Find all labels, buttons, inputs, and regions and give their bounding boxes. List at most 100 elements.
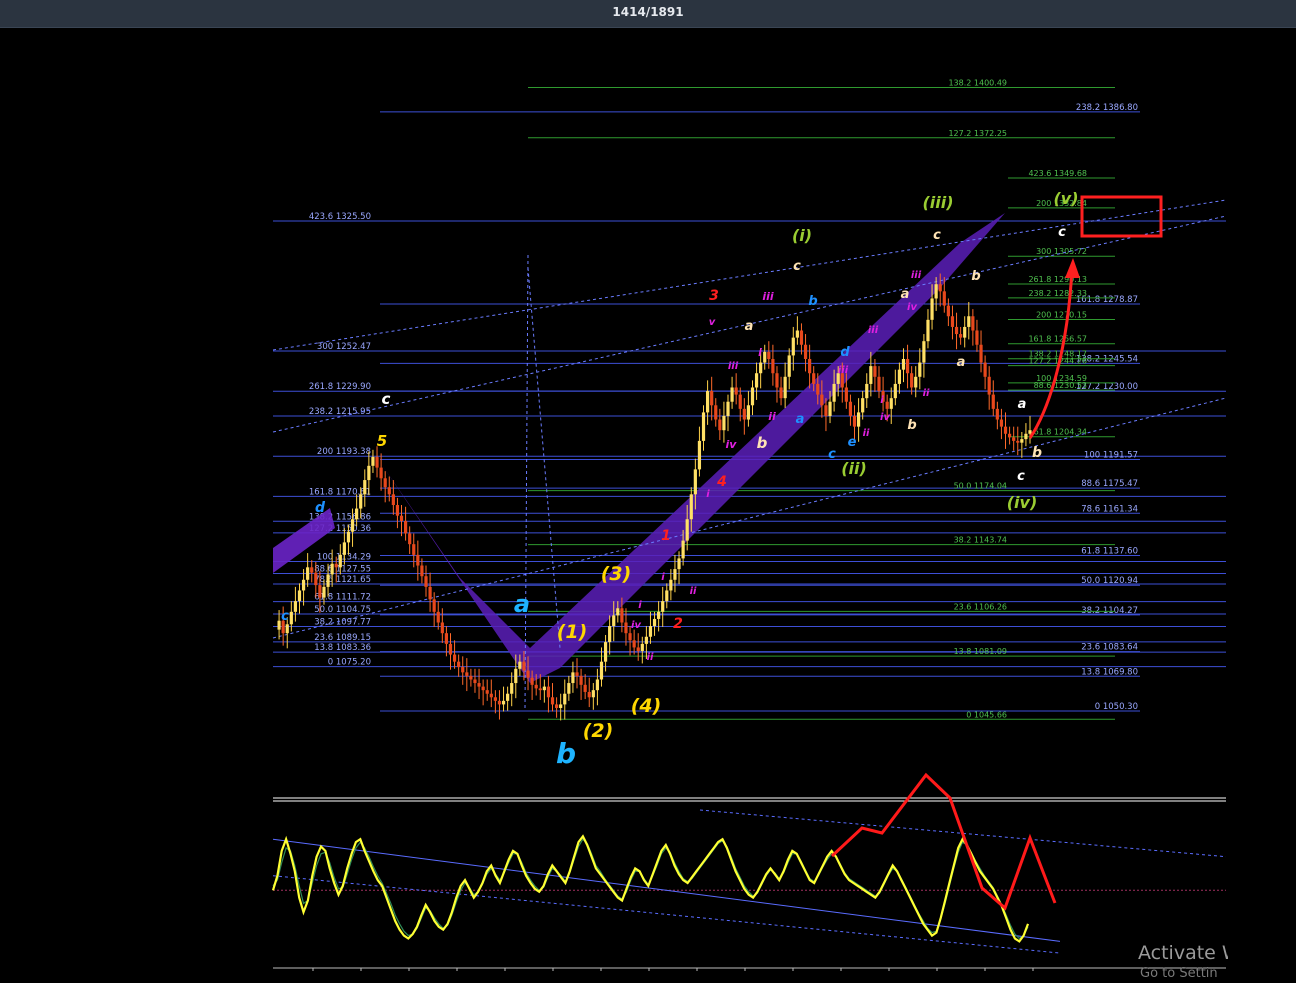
candle-body-75 (579, 675, 583, 685)
candle-body-150 (885, 401, 889, 409)
trend-ribbon-left (273, 508, 335, 573)
candle-body-93 (652, 618, 657, 627)
candle-body-178 (999, 419, 1004, 427)
fib-grid-layer: 423.6 1325.50300 1252.47261.8 1229.90238… (273, 78, 1226, 720)
candle-body-76 (583, 684, 587, 692)
wave-minor-2: i (661, 572, 665, 583)
candle-body-167 (954, 326, 959, 335)
projection-arrowhead (1065, 258, 1080, 278)
activate-watermark: Activate W (1138, 942, 1228, 964)
candle-body-175 (987, 376, 991, 395)
candle-body-151 (889, 398, 893, 409)
candle-body-120 (763, 351, 767, 363)
candle-body-136 (828, 401, 832, 416)
candle-body-28 (387, 487, 391, 495)
candle-body-5 (293, 601, 298, 612)
candle-body-61 (522, 661, 526, 671)
fib-green-label-2: 423.6 1349.68 (1028, 169, 1087, 178)
candle-body-47 (465, 672, 469, 676)
candle-body-20 (355, 508, 359, 520)
wave-label-24: c (828, 447, 836, 462)
candle-body-26 (379, 467, 383, 479)
candle-body-142 (852, 415, 857, 427)
candle-body-126 (787, 355, 791, 377)
wave-label-2: d (315, 500, 326, 516)
trend-ribbon (380, 213, 1005, 683)
candle-body-171 (971, 316, 975, 331)
wave-label-15: (ii) (841, 459, 867, 478)
candle-body-27 (383, 478, 387, 488)
candle-body-97 (669, 579, 673, 591)
candle-body-56 (501, 700, 506, 705)
candle-body-13 (326, 574, 330, 587)
candle-body-73 (571, 672, 575, 684)
wave-minor-4: ii (690, 586, 697, 597)
wave-label-9: (4) (631, 695, 662, 717)
candle-body-133 (816, 383, 820, 395)
candle-body-87 (628, 633, 632, 641)
wave-label-a-2: a (901, 287, 910, 302)
candle-body-37 (424, 576, 428, 587)
wave-minor-5: i (706, 489, 710, 500)
candle-body-152 (893, 383, 897, 399)
fib-green-label-18: 0 1045.66 (966, 710, 1007, 719)
candle-body-162 (934, 284, 938, 299)
wave-label-14: (i) (792, 226, 812, 245)
wave-label-4: a (514, 590, 530, 618)
candle-body-173 (979, 344, 983, 363)
fib-right-label-7: 61.8 1137.60 (1081, 547, 1138, 557)
candle-body-64 (534, 684, 538, 689)
fib-right-label-11: 13.8 1069.80 (1081, 667, 1138, 677)
candle-body-104 (697, 440, 702, 470)
wave-minor-0: i (638, 600, 642, 611)
candle-body-105 (701, 412, 706, 441)
fib-green-label-14: 50.0 1174.04 (954, 482, 1007, 491)
wave-label-12: 3 (709, 288, 719, 304)
wave-label-a-3: a (957, 355, 966, 370)
candle-body-111 (726, 401, 730, 416)
vertical-dash (524, 254, 529, 709)
candle-body-49 (473, 679, 477, 684)
candle-body-148 (877, 376, 881, 392)
candle-body-98 (673, 569, 677, 580)
wave-label-a-4: a (1018, 397, 1027, 412)
candle-body-59 (514, 668, 518, 684)
candle-body-84 (616, 608, 620, 616)
candle-body-182 (1016, 440, 1020, 443)
candle-body-180 (1007, 433, 1012, 438)
candle-body-50 (477, 683, 481, 687)
wave-label-20: b (757, 434, 768, 452)
fib-green-label-15: 38.2 1143.74 (954, 536, 1007, 545)
wave-minor-10: iv (907, 302, 917, 313)
fib-right-label-10: 23.6 1083.64 (1081, 643, 1138, 653)
candle-body-6 (297, 590, 302, 602)
candle-body-30 (395, 504, 400, 516)
fib-left-label-16: 0 1075.20 (328, 658, 371, 668)
candle-body-90 (640, 643, 644, 651)
wave-label-0: 5 (377, 432, 387, 450)
wave-label-7: (2) (583, 720, 614, 742)
wave-label-10: 1 (661, 528, 671, 544)
fib-right-label-12: 0 1050.30 (1095, 702, 1138, 712)
wave-label-5: b (556, 737, 576, 770)
candle-body-123 (775, 373, 779, 388)
wave-label-11: 2 (673, 616, 683, 632)
wave-label-1: c (382, 390, 391, 408)
candle-body-85 (620, 608, 624, 623)
candle-body-102 (689, 494, 693, 520)
candle-body-94 (657, 611, 661, 619)
candle-body-19 (350, 519, 355, 532)
candle-body-92 (648, 626, 653, 637)
candle-body-163 (938, 284, 942, 292)
fib-left-label-12: 50.0 1104.75 (314, 605, 371, 615)
candle-body-107 (710, 391, 714, 406)
wave-minor-8: ii (923, 388, 930, 399)
wave-label-3: c (281, 609, 289, 624)
candle-body-22 (363, 480, 367, 495)
candle-body-157 (914, 376, 918, 388)
candle-body-15 (334, 563, 338, 568)
candle-body-168 (959, 334, 963, 338)
candle-body-88 (632, 640, 636, 648)
candles-layer (277, 273, 1032, 721)
wave-minor-12: iii (838, 365, 849, 376)
